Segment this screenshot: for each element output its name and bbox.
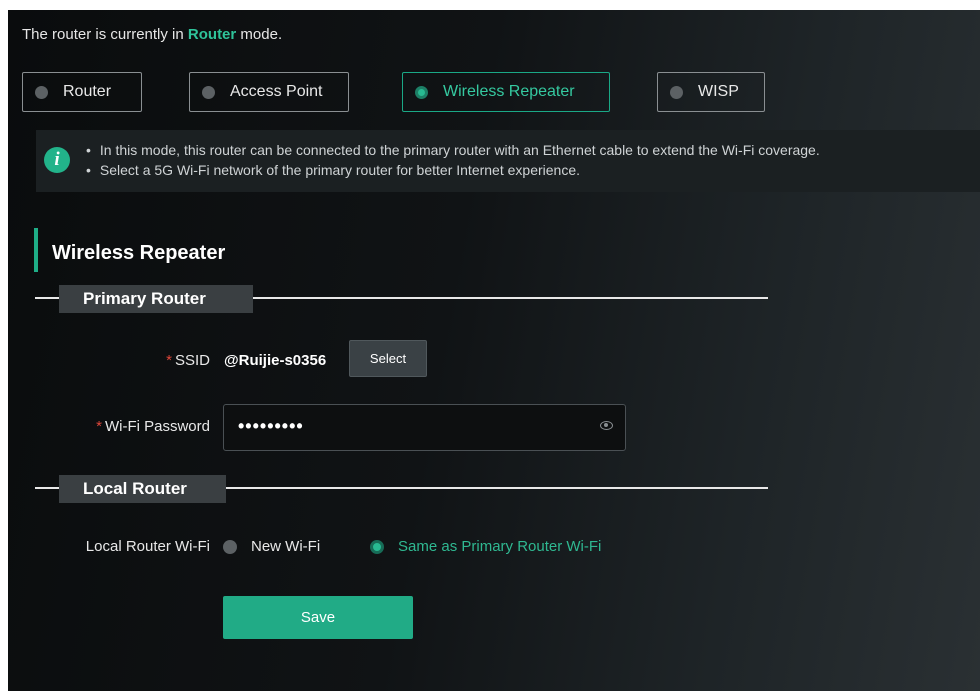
mode-wisp-label: WISP bbox=[698, 83, 739, 100]
required-mark: * bbox=[166, 352, 172, 369]
ssid-label: * SSID bbox=[68, 352, 210, 369]
mode-suffix: mode. bbox=[240, 26, 283, 43]
new-wifi-radio[interactable]: New Wi-Fi bbox=[223, 538, 320, 555]
eye-icon[interactable] bbox=[600, 421, 613, 430]
wifi-password-label: * Wi-Fi Password bbox=[48, 418, 210, 435]
mode-router-button[interactable]: Router bbox=[22, 72, 142, 112]
new-wifi-label: New Wi-Fi bbox=[251, 538, 321, 555]
current-mode-text: The router is currently in Router mode. bbox=[22, 26, 282, 43]
current-mode-value: Router bbox=[187, 26, 237, 43]
info-banner: i In this mode, this router can be conne… bbox=[36, 130, 980, 192]
mode-router-label: Router bbox=[63, 83, 112, 100]
ssid-label-text: SSID bbox=[174, 352, 210, 369]
local-router-wifi-label: Local Router Wi-Fi bbox=[85, 538, 210, 555]
local-router-legend: Local Router bbox=[59, 475, 226, 503]
radio-dot-icon bbox=[35, 85, 48, 99]
info-line: Select a 5G Wi-Fi network of the primary… bbox=[88, 160, 820, 180]
mode-wireless-repeater-button[interactable]: Wireless Repeater bbox=[402, 72, 610, 112]
select-ssid-button[interactable]: Select bbox=[349, 340, 427, 377]
section-title: Wireless Repeater bbox=[34, 228, 225, 272]
mode-prefix: The router is currently in bbox=[22, 26, 184, 43]
mode-wireless-repeater-label: Wireless Repeater bbox=[443, 83, 575, 100]
info-icon: i bbox=[44, 147, 70, 173]
wifi-password-input[interactable]: ••••••••• bbox=[223, 404, 626, 451]
ssid-value: @Ruijie-s0356 bbox=[224, 352, 327, 369]
router-settings-panel: The router is currently in Router mode. … bbox=[8, 10, 980, 691]
radio-dot-icon bbox=[223, 539, 237, 554]
same-as-primary-radio[interactable]: Same as Primary Router Wi-Fi bbox=[370, 538, 601, 555]
password-value: ••••••••• bbox=[238, 416, 304, 436]
radio-selected-icon bbox=[415, 85, 428, 99]
same-as-primary-label: Same as Primary Router Wi-Fi bbox=[398, 538, 602, 555]
mode-access-point-label: Access Point bbox=[230, 83, 323, 100]
mode-access-point-button[interactable]: Access Point bbox=[189, 72, 349, 112]
radio-dot-icon bbox=[670, 85, 683, 99]
radio-selected-icon bbox=[370, 539, 384, 554]
required-mark: * bbox=[96, 418, 102, 435]
radio-dot-icon bbox=[202, 85, 215, 99]
save-button[interactable]: Save bbox=[223, 596, 413, 639]
info-list: In this mode, this router can be connect… bbox=[88, 140, 820, 180]
info-line: In this mode, this router can be connect… bbox=[88, 140, 820, 160]
wifi-password-label-text: Wi-Fi Password bbox=[104, 418, 210, 435]
mode-wisp-button[interactable]: WISP bbox=[657, 72, 765, 112]
primary-router-legend: Primary Router bbox=[59, 285, 253, 313]
